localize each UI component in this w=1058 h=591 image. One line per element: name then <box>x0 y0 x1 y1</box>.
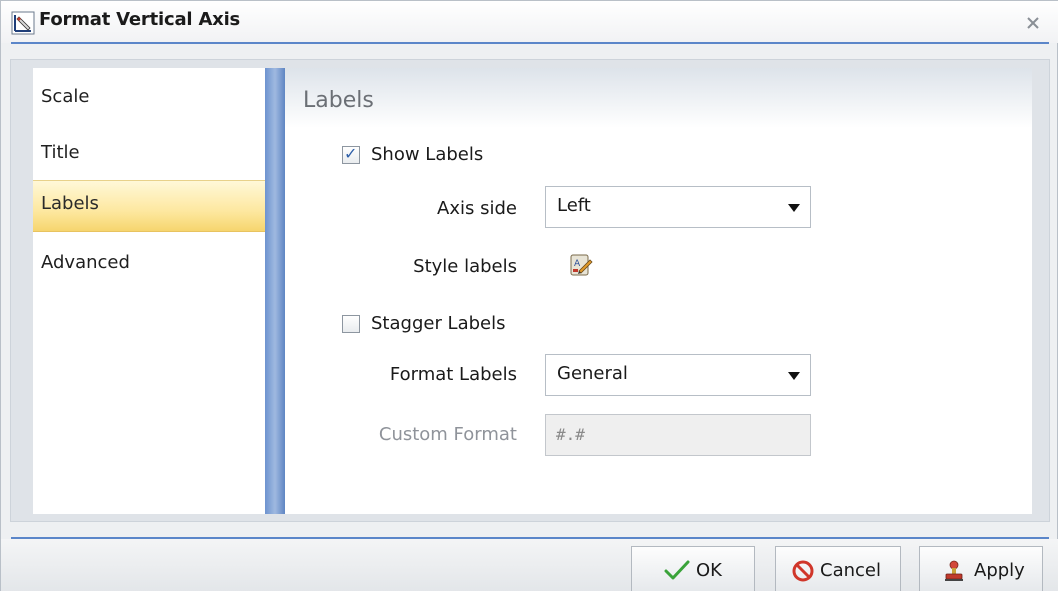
stagger-labels-label: Stagger Labels <box>371 313 506 334</box>
panel-header: Labels <box>285 68 1032 128</box>
ok-label: OK <box>696 560 722 581</box>
custom-format-label: Custom Format <box>378 424 517 445</box>
panel-title: Labels <box>303 88 374 113</box>
style-labels-icon[interactable]: A <box>568 252 594 278</box>
dialog-content: Scale Title Labels Advanced Labels ✓ Sho… <box>10 59 1050 522</box>
format-axis-icon <box>11 11 35 35</box>
stagger-labels-checkbox[interactable] <box>342 315 360 333</box>
axis-side-label: Axis side <box>437 198 517 219</box>
format-labels-label: Format Labels <box>389 364 517 385</box>
format-vertical-axis-dialog: Format Vertical Axis Scale Title Labels … <box>0 0 1058 591</box>
title-bar: Format Vertical Axis <box>1 1 1058 43</box>
cancel-button[interactable]: Cancel <box>775 546 901 591</box>
nav-separator <box>265 68 285 514</box>
close-icon[interactable] <box>1025 15 1041 31</box>
custom-format-value: #.# <box>556 425 585 444</box>
dropdown-arrow-icon <box>788 372 800 380</box>
apply-button[interactable]: Apply <box>919 546 1043 591</box>
axis-side-value: Left <box>557 195 591 216</box>
dialog-title: Format Vertical Axis <box>39 9 241 30</box>
nav-item-label: Scale <box>41 86 90 107</box>
apply-label: Apply <box>974 560 1025 581</box>
cancel-label: Cancel <box>820 560 881 581</box>
format-labels-value: General <box>557 363 628 384</box>
nav-item-label: Title <box>41 142 80 163</box>
dropdown-arrow-icon <box>788 204 800 212</box>
show-labels-checkbox[interactable]: ✓ <box>342 144 360 164</box>
labels-panel: Labels ✓ Show Labels Axis side Left Styl… <box>285 68 1032 514</box>
format-labels-select[interactable]: General <box>545 354 811 396</box>
title-divider <box>11 42 1049 44</box>
nav-item-labels[interactable]: Labels <box>33 180 265 232</box>
svg-text:A: A <box>574 259 581 269</box>
stamp-icon <box>945 560 963 581</box>
nav-item-title[interactable]: Title <box>33 130 265 182</box>
cancel-icon <box>792 560 814 582</box>
checkmark-icon <box>664 560 690 580</box>
nav-item-scale[interactable]: Scale <box>33 74 265 126</box>
category-nav: Scale Title Labels Advanced <box>33 68 265 514</box>
nav-item-label: Labels <box>41 193 99 214</box>
custom-format-input: #.# <box>545 414 811 456</box>
axis-side-select[interactable]: Left <box>545 186 811 228</box>
show-labels-label: Show Labels <box>371 144 484 165</box>
style-labels-label: Style labels <box>413 256 517 277</box>
nav-item-advanced[interactable]: Advanced <box>33 240 265 292</box>
checkmark-icon: ✓ <box>344 144 358 163</box>
nav-item-label: Advanced <box>41 252 130 273</box>
ok-button[interactable]: OK <box>631 546 755 591</box>
